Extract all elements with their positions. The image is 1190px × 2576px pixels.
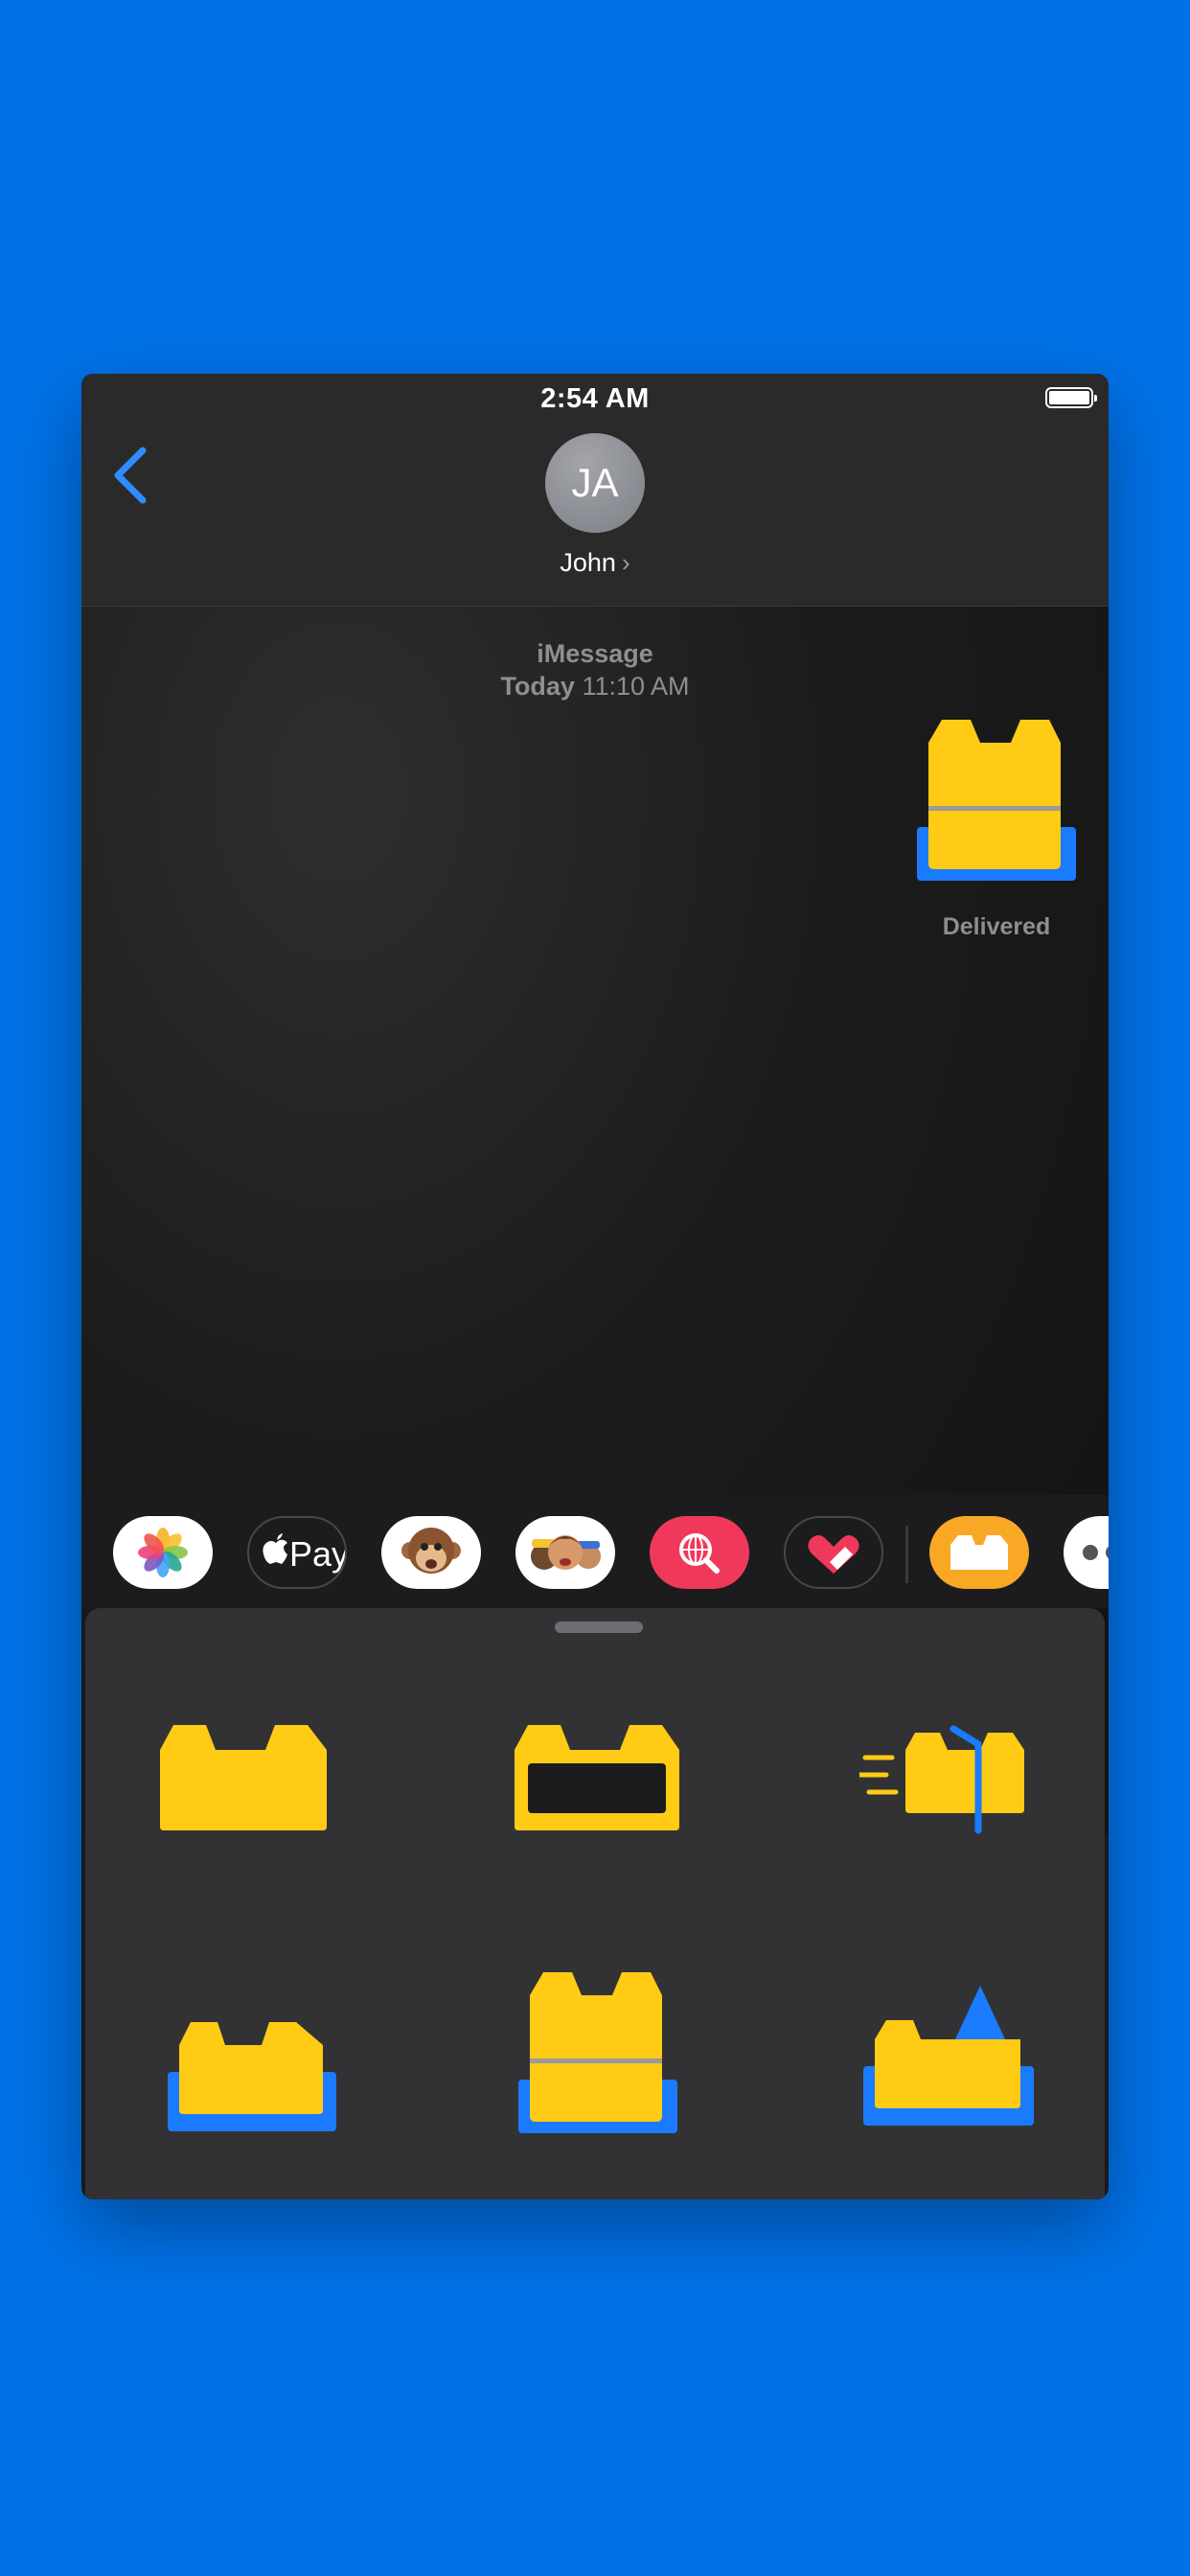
tall-brick-sticker-icon xyxy=(917,720,1076,881)
window-brick-sticker-icon xyxy=(515,1725,679,1830)
panel-grabber[interactable] xyxy=(555,1622,643,1633)
sticker-item[interactable] xyxy=(158,1721,331,1832)
sticker-item[interactable] xyxy=(513,1721,681,1832)
search-images-icon xyxy=(679,1533,720,1574)
battery-icon xyxy=(1045,387,1097,408)
image-search-app-button[interactable] xyxy=(650,1516,749,1589)
app-drawer-divider xyxy=(905,1526,908,1583)
delivered-status: Delivered xyxy=(942,913,1051,940)
sticker-panel xyxy=(85,1608,1105,2199)
sticker-item[interactable] xyxy=(857,1715,1032,1840)
plain-brick-sticker-icon xyxy=(160,1725,327,1830)
day-label: Today xyxy=(500,672,575,701)
messages-screen: 2:54 AM JA John › iMessage Today 11:10 AM… xyxy=(81,374,1109,2199)
digital-touch-app-button[interactable] xyxy=(784,1516,883,1589)
more-apps-icon xyxy=(1083,1545,1109,1560)
more-apps-button[interactable] xyxy=(1064,1516,1109,1589)
service-label: iMessage xyxy=(537,639,653,668)
memoji-stickers-icon xyxy=(531,1535,601,1570)
animoji-app-button[interactable] xyxy=(381,1516,481,1589)
memoji-stickers-app-button[interactable] xyxy=(515,1516,615,1589)
photos-app-button[interactable] xyxy=(113,1516,213,1589)
back-button[interactable] xyxy=(110,445,152,506)
brick-with-flag-sticker-icon xyxy=(863,1986,1034,2126)
brick-stickers-app-button[interactable] xyxy=(929,1516,1029,1589)
time-label: 11:10 AM xyxy=(582,672,690,701)
brick-on-base-sticker-icon xyxy=(168,2022,336,2131)
message-timestamp: iMessage Today 11:10 AM xyxy=(81,637,1109,702)
sent-sticker-message[interactable] xyxy=(915,712,1078,885)
moving-brick-sticker-icon xyxy=(857,1725,1024,1834)
sticker-item[interactable] xyxy=(516,1965,679,2137)
monkey-memoji-icon xyxy=(401,1528,461,1574)
brick-stickers-icon xyxy=(950,1535,1008,1570)
photos-icon xyxy=(138,1528,188,1577)
sticker-item[interactable] xyxy=(861,1984,1036,2143)
sticker-item[interactable] xyxy=(166,2018,338,2133)
app-drawer: Pay xyxy=(81,1495,1109,1608)
tall-brick-sticker-icon xyxy=(518,1972,677,2133)
apple-pay-label: Pay xyxy=(289,1534,347,1574)
status-time: 2:54 AM xyxy=(540,383,650,414)
navigation-header: 2:54 AM JA John › xyxy=(81,374,1109,607)
contact-name: John xyxy=(560,548,616,577)
contact-name-button[interactable]: John › xyxy=(81,548,1109,578)
chevron-left-icon xyxy=(114,447,147,504)
avatar[interactable]: JA xyxy=(545,433,645,533)
apple-pay-app-button[interactable]: Pay xyxy=(247,1516,347,1589)
digital-touch-icon xyxy=(808,1535,859,1574)
chevron-right-icon: › xyxy=(621,548,630,577)
